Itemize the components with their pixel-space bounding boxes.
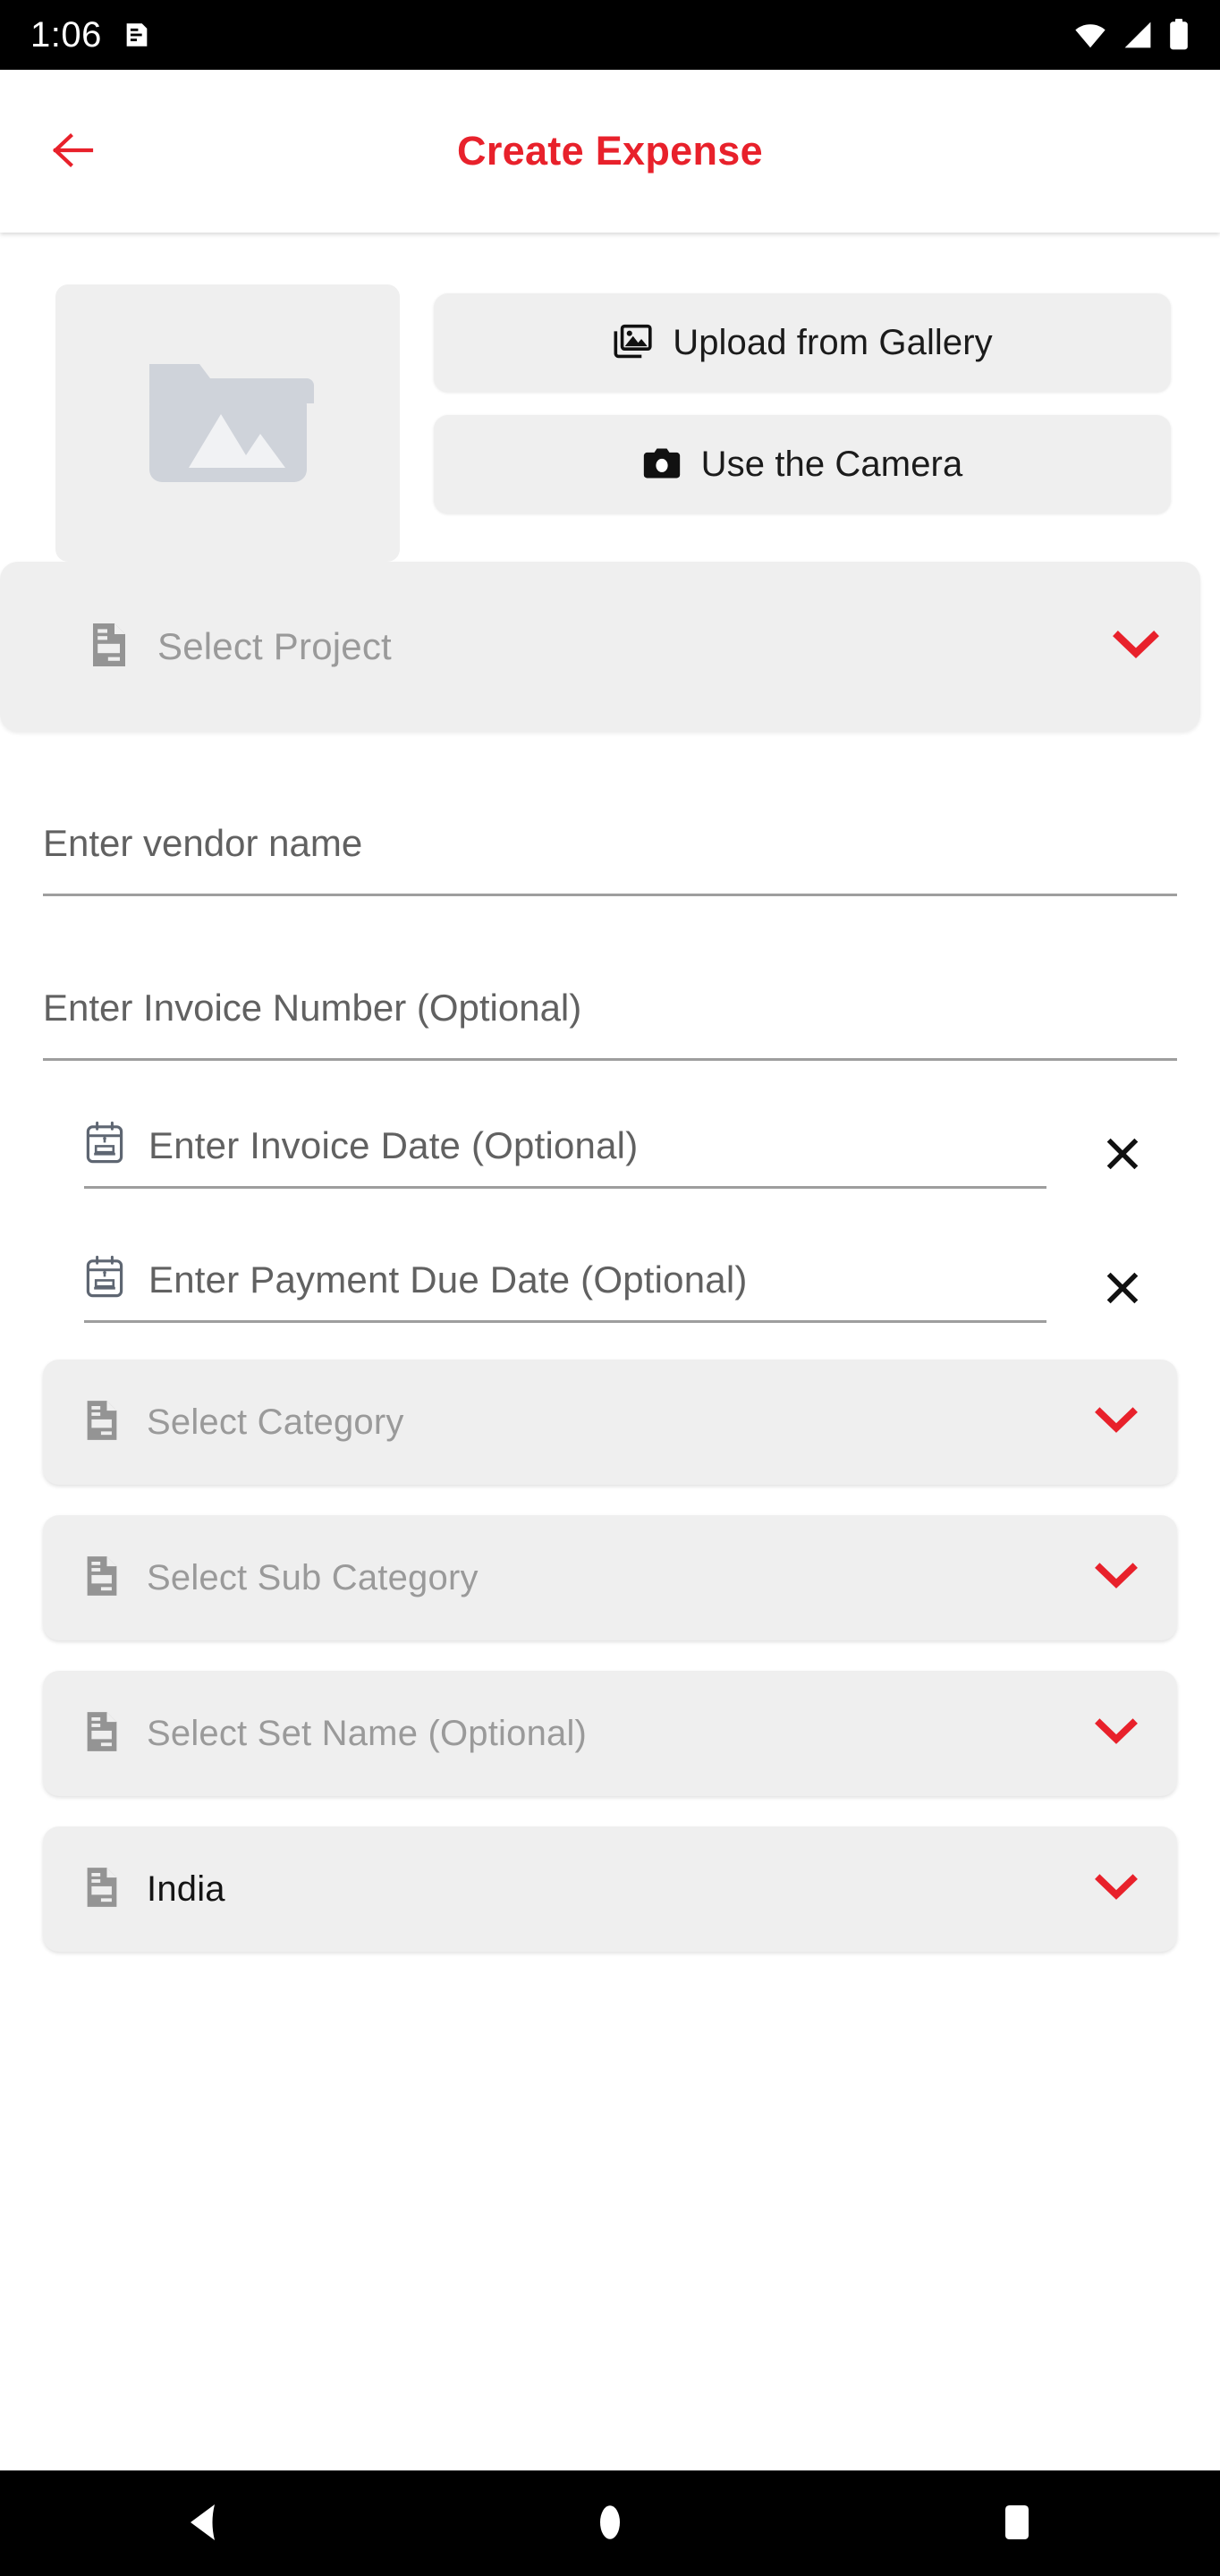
close-x-icon xyxy=(1102,1267,1143,1311)
select-country-dropdown[interactable]: India xyxy=(43,1826,1177,1952)
document-icon xyxy=(84,1710,120,1758)
invoice-date-field[interactable]: Enter Invoice Date (Optional) xyxy=(84,1121,1046,1189)
document-icon xyxy=(84,1866,120,1913)
nav-home-icon xyxy=(595,2502,625,2546)
notification-icon xyxy=(122,20,152,50)
select-sub-category-dropdown[interactable]: Select Sub Category xyxy=(43,1515,1177,1640)
calendar-event-icon xyxy=(84,1255,125,1304)
close-x-icon xyxy=(1102,1133,1143,1177)
select-category-dropdown[interactable]: Select Category xyxy=(43,1360,1177,1485)
status-bar-clock: 1:06 xyxy=(30,15,102,55)
nav-back-button[interactable] xyxy=(123,2470,284,2576)
chevron-down-icon[interactable] xyxy=(1095,1562,1138,1594)
chevron-down-icon[interactable] xyxy=(1095,1406,1138,1438)
nav-recents-icon xyxy=(1000,2503,1034,2545)
invoice-date-label: Enter Invoice Date (Optional) xyxy=(148,1123,639,1166)
wifi-icon xyxy=(1073,21,1107,49)
payment-due-date-field[interactable]: Enter Payment Due Date (Optional) xyxy=(84,1255,1046,1323)
back-arrow-icon xyxy=(52,129,107,174)
vendor-name-field xyxy=(43,809,1177,896)
android-navigation-bar xyxy=(0,2470,1220,2576)
payment-due-date-label: Enter Payment Due Date (Optional) xyxy=(148,1258,748,1301)
select-sub-category-label: Select Sub Category xyxy=(147,1557,479,1597)
cellular-signal-icon xyxy=(1122,21,1154,49)
image-folder-placeholder-icon xyxy=(139,346,318,501)
chevron-down-icon[interactable] xyxy=(1113,630,1159,664)
upload-from-gallery-button[interactable]: Upload from Gallery xyxy=(434,293,1171,392)
document-icon xyxy=(84,1555,120,1602)
select-country-label: India xyxy=(147,1868,225,1909)
calendar-event-icon xyxy=(84,1121,125,1170)
form-scroll-area[interactable]: Upload from Gallery Use the Camera Selec… xyxy=(0,233,1220,2470)
payment-due-date-row: Enter Payment Due Date (Optional) xyxy=(43,1249,1177,1329)
select-project-dropdown[interactable]: Select Project xyxy=(0,562,1200,732)
chevron-down-icon[interactable] xyxy=(1095,1717,1138,1750)
select-project-label: Select Project xyxy=(157,625,392,667)
select-project-wrapper: Select Project xyxy=(0,562,1220,732)
document-icon xyxy=(84,1399,120,1446)
status-bar-left: 1:06 xyxy=(30,17,152,53)
dropdown-cards-section: Select Category Select Sub Category Sele… xyxy=(0,1329,1220,1952)
select-set-name-dropdown[interactable]: Select Set Name (Optional) xyxy=(43,1671,1177,1796)
vendor-name-input[interactable] xyxy=(43,809,1177,896)
select-category-label: Select Category xyxy=(147,1402,404,1442)
nav-recents-button[interactable] xyxy=(936,2470,1097,2576)
back-button[interactable] xyxy=(45,116,114,186)
upload-buttons-column: Upload from Gallery Use the Camera xyxy=(434,284,1171,513)
camera-icon xyxy=(642,446,682,483)
use-the-camera-button[interactable]: Use the Camera xyxy=(434,415,1171,513)
battery-icon xyxy=(1168,19,1190,51)
receipt-upload-section: Upload from Gallery Use the Camera xyxy=(0,242,1220,562)
nav-back-icon xyxy=(185,2502,221,2546)
status-bar-right xyxy=(1073,19,1190,51)
status-bar: 1:06 xyxy=(0,0,1220,70)
use-the-camera-label: Use the Camera xyxy=(700,444,963,484)
app-bar: Create Expense xyxy=(0,70,1220,233)
receipt-thumbnail-placeholder[interactable] xyxy=(55,284,400,562)
invoice-number-field xyxy=(43,973,1177,1061)
phone-screen: 1:06 Create Expense Upload from Gallery … xyxy=(0,0,1220,2576)
photo-library-icon xyxy=(612,324,653,362)
invoice-date-row: Enter Invoice Date (Optional) xyxy=(43,1114,1177,1195)
select-set-name-label: Select Set Name (Optional) xyxy=(147,1713,588,1753)
chevron-down-icon[interactable] xyxy=(1095,1873,1138,1905)
document-icon xyxy=(89,622,129,673)
date-fields-section: Enter Invoice Date (Optional) Enter Paym… xyxy=(0,1114,1220,1329)
invoice-date-clear-button[interactable] xyxy=(1082,1114,1163,1195)
payment-due-date-clear-button[interactable] xyxy=(1082,1249,1163,1329)
upload-from-gallery-label: Upload from Gallery xyxy=(673,322,993,362)
invoice-number-input[interactable] xyxy=(43,973,1177,1061)
text-fields-section xyxy=(0,809,1220,1061)
page-title: Create Expense xyxy=(457,128,763,174)
nav-home-button[interactable] xyxy=(530,2470,690,2576)
